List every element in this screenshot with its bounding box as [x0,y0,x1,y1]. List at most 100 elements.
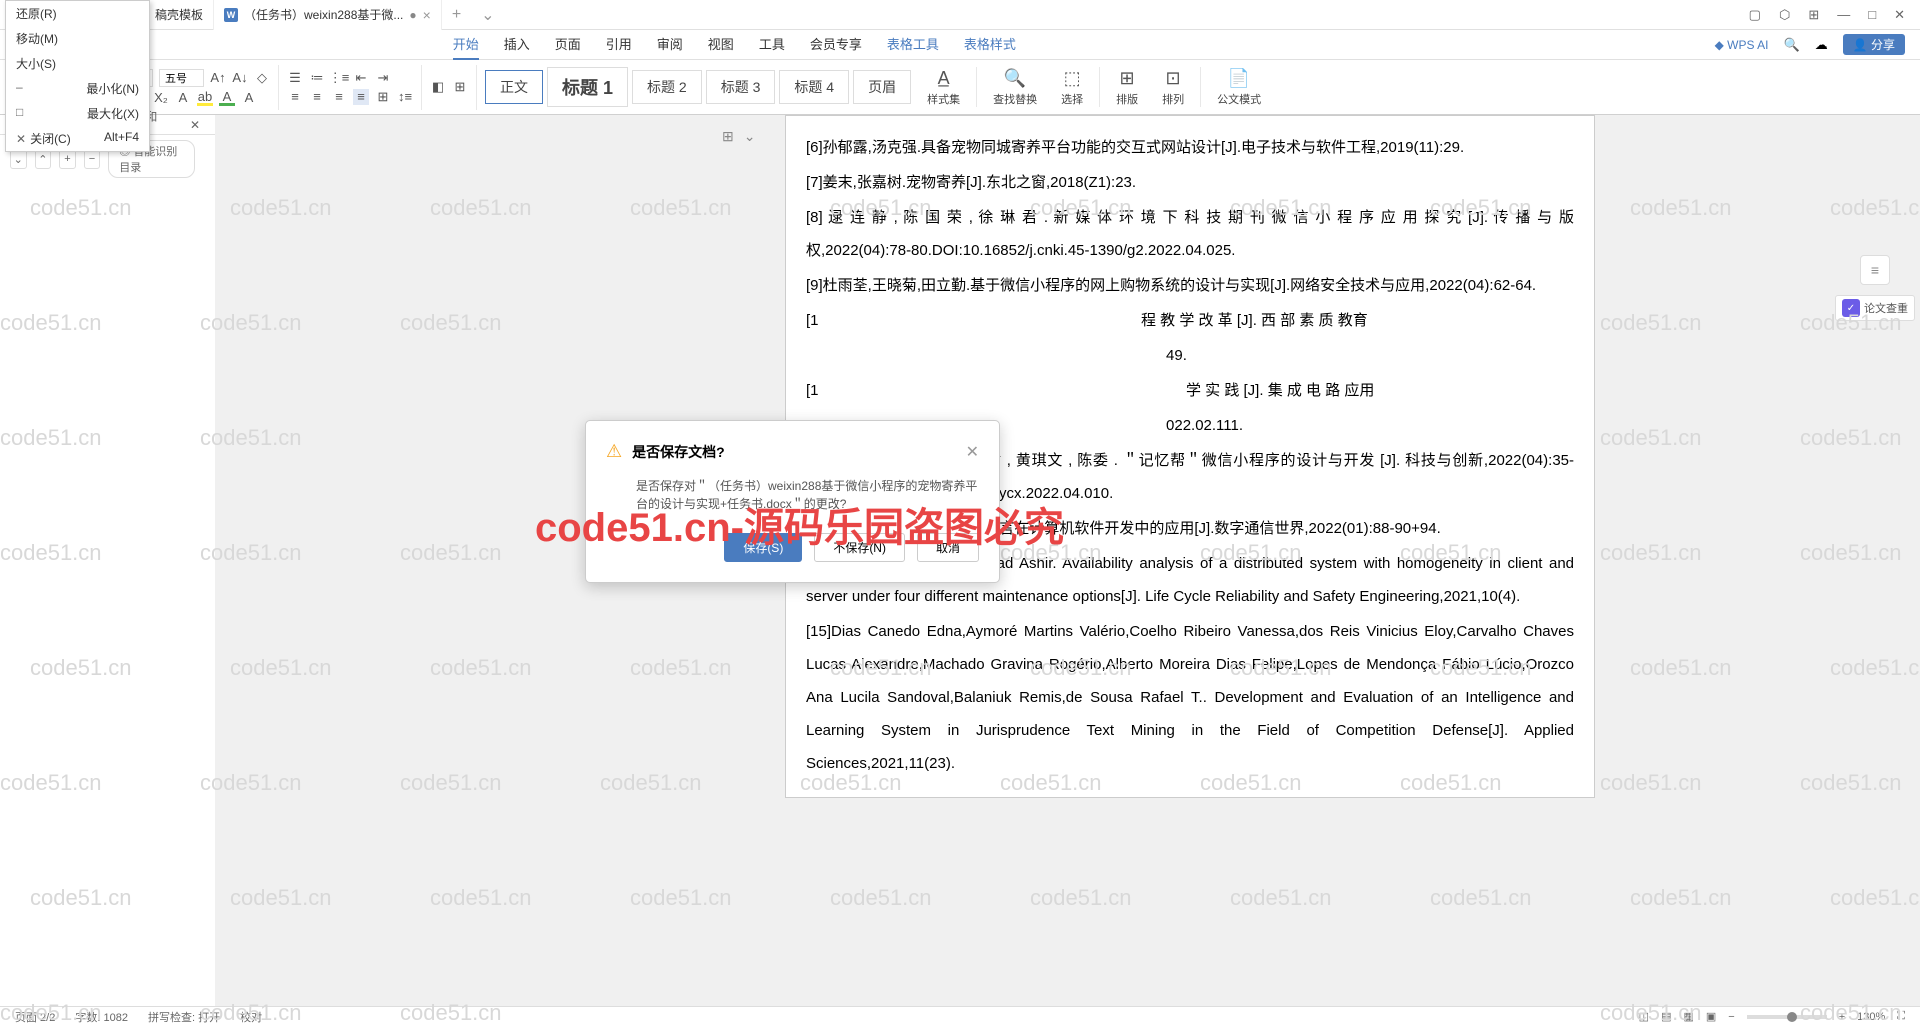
menu-page[interactable]: 页面 [555,29,581,60]
statusbar: 页面 2/2 字数: 1082 拼写检查: 打开 校对 ◫ ▤ ▦ ▣ − + … [0,1006,1920,1026]
bullets-icon[interactable]: ☰ [287,70,303,86]
align-center-icon[interactable]: ≡ [309,89,325,105]
word-icon: W [224,8,238,22]
zoom-out-icon[interactable]: − [1728,1011,1734,1023]
view-dropdown-icon[interactable]: ⌄ [744,128,756,145]
right-sidebar: ≡ ✓论文查重 [1835,255,1915,321]
align-right-icon[interactable]: ≡ [331,89,347,105]
menu-minimize[interactable]: –最小化(N) [6,76,149,101]
status-view4-icon[interactable]: ▣ [1706,1010,1716,1023]
fill-color-icon[interactable]: A [219,90,235,106]
app-icon-2[interactable]: ⬡ [1779,7,1790,23]
dialog-close-icon[interactable]: ✕ [966,442,979,462]
gongwen-button[interactable]: 📄公文模式 [1209,68,1269,107]
reference-7: [7]姜末,张嘉树.宠物寄养[J].东北之窗,2018(Z1):23. [806,166,1574,199]
status-view1-icon[interactable]: ◫ [1639,1010,1649,1023]
align-justify-icon[interactable]: ≡ [353,89,369,105]
thesis-check-button[interactable]: ✓论文查重 [1835,295,1915,321]
status-view3-icon[interactable]: ▦ [1683,1010,1693,1023]
save-dialog: ⚠ 是否保存文档? ✕ 是否保存对＂（任务书）weixin288基于微信小程序的… [585,420,1000,583]
find-replace-button[interactable]: 🔍查找替换 [985,68,1045,107]
arrange-button[interactable]: ⊡排列 [1154,68,1192,107]
style-h3[interactable]: 标题 3 [706,70,776,104]
cancel-button[interactable]: 取消 [917,533,979,562]
borders-icon[interactable]: ⊞ [452,79,468,95]
menu-review[interactable]: 审阅 [657,29,683,60]
reference-8: [8] 逯 连 静 , 陈 国 荣 , 徐 琳 君 . 新 媒 体 环 境 下 … [806,201,1574,267]
style-body[interactable]: 正文 [485,70,543,104]
close-button[interactable]: ✕ [1894,7,1905,23]
subscript-icon[interactable]: X₂ [153,90,169,106]
status-spell: 拼写检查: 打开 [148,1009,220,1025]
select-button[interactable]: ⬚选择 [1053,68,1091,107]
tab-list-button[interactable]: ⌄ [471,5,504,25]
font-effect-icon[interactable]: A [241,90,257,106]
cloud-icon[interactable]: ☁ [1815,37,1828,53]
save-button[interactable]: 保存(S) [724,533,802,562]
tab-add-button[interactable]: + [442,6,471,24]
menu-maximize[interactable]: □最大化(X) [6,101,149,126]
style-h1[interactable]: 标题 1 [547,67,628,107]
distribute-icon[interactable]: ⊞ [375,89,391,105]
increase-font-icon[interactable]: A↑ [210,70,226,86]
menu-view[interactable]: 视图 [708,29,734,60]
menu-insert[interactable]: 插入 [504,29,530,60]
zoom-level[interactable]: 130% [1857,1011,1885,1023]
tab-close-icon[interactable]: × [423,7,431,23]
decrease-indent-icon[interactable]: ⇤ [353,70,369,86]
menu-table-tools[interactable]: 表格工具 [887,29,939,60]
status-page: 页面 2/2 [15,1009,55,1025]
style-h4[interactable]: 标题 4 [779,70,849,104]
font-color-icon[interactable]: A [175,90,191,106]
view-grid-icon[interactable]: ⊞ [722,128,734,145]
menu-reference[interactable]: 引用 [606,29,632,60]
highlight-icon[interactable]: ab [197,90,213,106]
size-select[interactable] [159,69,204,87]
menu-size[interactable]: 大小(S) [6,51,149,76]
multilevel-icon[interactable]: ⋮≡ [331,70,347,86]
increase-indent-icon[interactable]: ⇥ [375,70,391,86]
status-expand-icon[interactable]: ⛶ [1897,1010,1905,1023]
menu-table-style[interactable]: 表格样式 [964,29,1016,60]
tab-modified-dot: ● [409,8,416,22]
zoom-in-icon[interactable]: + [1839,1011,1845,1023]
menu-member[interactable]: 会员专享 [810,29,862,60]
maximize-button[interactable]: □ [1868,7,1876,23]
warning-icon: ⚠ [606,441,622,462]
wps-ai-button[interactable]: ◆ WPS AI [1715,38,1769,52]
app-icon-1[interactable]: ▢ [1749,7,1761,23]
reference-10a: [1xxxxxxxxxxxxxxxxxxxxxxxxxxxxxxxxxxxxxx… [806,304,1574,337]
no-save-button[interactable]: 不保存(N) [814,533,905,562]
document-area[interactable]: ⊞ ⌄ [6]孙郁露,汤克强.具备宠物同城寄养平台功能的交互式网站设计[J].电… [215,115,1920,1006]
nav-close-icon[interactable]: ✕ [190,118,200,132]
shading-icon[interactable]: ◧ [430,79,446,95]
tab-document[interactable]: W （任务书）weixin288基于微... ● × [214,0,442,30]
menu-move[interactable]: 移动(M) [6,26,149,51]
app-icon-3[interactable]: ⊞ [1808,7,1819,23]
decrease-font-icon[interactable]: A↓ [232,70,248,86]
menu-tools[interactable]: 工具 [759,29,785,60]
right-icon-1[interactable]: ≡ [1860,255,1890,285]
reference-11a: [1xxxxxxxxxxxxxxxxxxxxxxxxxxxxxxxxxxxxxx… [806,374,1574,407]
share-button[interactable]: 👤 分享 [1843,34,1905,55]
status-view2-icon[interactable]: ▤ [1661,1010,1671,1023]
minimize-button[interactable]: — [1837,7,1850,23]
line-spacing-icon[interactable]: ↕≡ [397,89,413,105]
nav-add-icon[interactable]: + [59,149,76,169]
style-set-button[interactable]: A̲样式集 [919,68,968,107]
sort-button[interactable]: ⊞排版 [1108,68,1146,107]
reference-10b: 育xxxxxxxxxxxxxxxxxxxxxxxxxxxxxxxxxxxxxxx… [806,339,1574,372]
nav-up-icon[interactable]: ⌃ [35,149,52,169]
reference-15: [15]Dias Canedo Edna,Aymoré Martins Valé… [806,615,1574,780]
style-page-header[interactable]: 页眉 [853,70,911,104]
menu-close[interactable]: ✕关闭(C)Alt+F4 [6,126,149,151]
search-icon[interactable]: 🔍 [1784,37,1800,53]
menu-start[interactable]: 开始 [453,29,479,60]
clear-format-icon[interactable]: ◇ [254,70,270,86]
numbering-icon[interactable]: ≔ [309,70,325,86]
align-left-icon[interactable]: ≡ [287,89,303,105]
nav-remove-icon[interactable]: − [84,149,101,169]
nav-down-icon[interactable]: ⌄ [10,149,27,169]
style-h2[interactable]: 标题 2 [632,70,702,104]
menu-restore[interactable]: 还原(R) [6,1,149,26]
